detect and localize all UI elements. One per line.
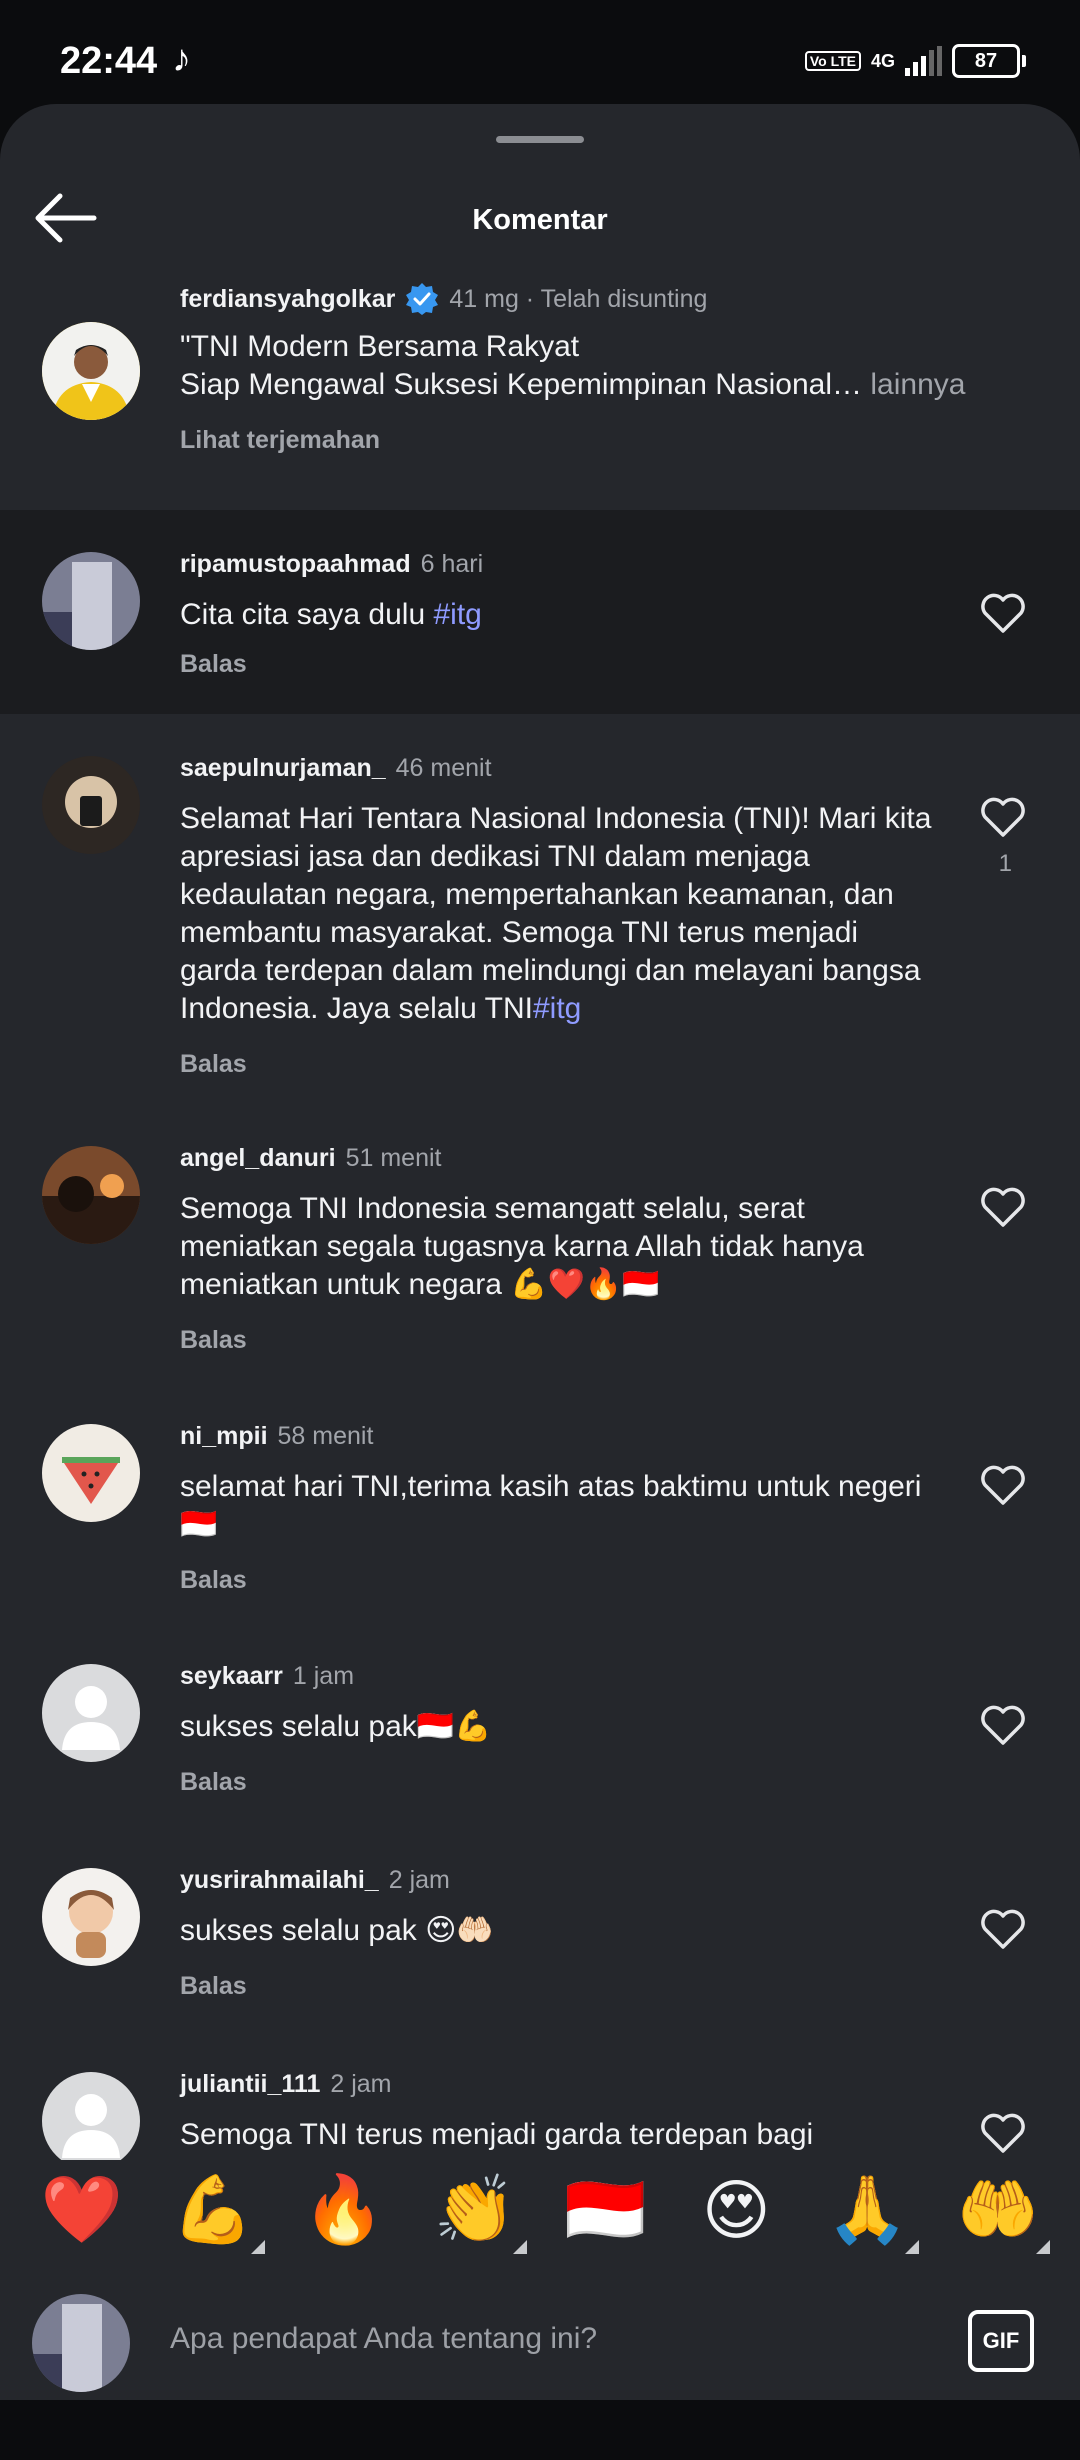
avatar[interactable] <box>42 2072 140 2160</box>
status-bar: 22:44 ♪ Vo LTE 4G 87 <box>0 0 1080 110</box>
skin-tone-indicator <box>250 2240 265 2254</box>
avatar[interactable] <box>42 756 140 854</box>
avatar[interactable] <box>42 322 140 420</box>
emoji-heart-eyes-button[interactable]: 😍 <box>690 2160 782 2260</box>
emoji-clap-button[interactable]: 👏 <box>429 2160 527 2260</box>
reply-button[interactable]: Balas <box>180 1566 247 1595</box>
avatar[interactable] <box>42 1146 140 1244</box>
reply-button[interactable]: Balas <box>180 1050 247 1079</box>
reply-button[interactable]: Balas <box>180 1768 247 1797</box>
comment-item: ni_mpii 58 menit selamat hari TNI,terima… <box>0 1382 1080 1622</box>
comment-username[interactable]: angel_danuri <box>180 1144 336 1173</box>
hashtag-link[interactable]: #itg <box>533 992 581 1025</box>
gif-icon[interactable]: GIF <box>968 2310 1034 2372</box>
comment-text: Cita cita saya dulu #itg <box>180 598 482 631</box>
sheet-header: Komentar <box>0 164 1080 274</box>
avatar[interactable] <box>42 1868 140 1966</box>
more-link[interactable]: lainnya <box>870 368 965 401</box>
heart-icon[interactable] <box>980 592 1026 634</box>
emoji-pray-button[interactable]: 🙏 <box>821 2160 920 2260</box>
comment-time: 6 hari <box>420 550 484 578</box>
avatar[interactable] <box>42 552 140 650</box>
heart-icon[interactable] <box>980 1186 1026 1228</box>
caption-text: "TNI Modern Bersama Rakyat Siap Mengawal… <box>180 330 966 401</box>
emoji-fire-button[interactable]: 🔥 <box>298 2160 390 2260</box>
heart-icon[interactable] <box>980 796 1026 838</box>
comment-username[interactable]: seykaarr <box>180 1662 283 1691</box>
comment-item: angel_danuri 51 menit Semoga TNI Indones… <box>0 1104 1080 1382</box>
system-nav-bar <box>0 2400 1080 2460</box>
hashtag-link[interactable]: #itg <box>433 598 481 631</box>
comment-time: 1 jam <box>292 1662 355 1690</box>
comment-username[interactable]: juliantii_111 <box>180 2070 320 2099</box>
comment-text: Semoga TNI terus menjadi garda terdepan … <box>180 2118 814 2151</box>
comment-item: juliantii_111 2 jam Semoga TNI terus men… <box>0 2030 1080 2160</box>
status-time: 22:44 <box>60 40 158 82</box>
comment-text: Semoga TNI Indonesia semangatt selalu, s… <box>180 1192 864 1301</box>
comment-item: ripamustopaahmad 6 hari Cita cita saya d… <box>0 510 1080 714</box>
comment-time: 2 jam <box>388 1866 450 1894</box>
comment-item: yusrirahmailahi_ 2 jam sukses selalu pak… <box>0 1826 1080 2030</box>
comment-time: 2 jam <box>330 2070 392 2098</box>
skin-tone-indicator <box>905 2240 920 2254</box>
skin-tone-indicator <box>512 2240 527 2254</box>
avatar[interactable] <box>42 1664 140 1762</box>
verified-badge-icon <box>406 283 439 315</box>
page-title: Komentar <box>472 204 608 236</box>
emoji-flag-button[interactable]: 🇮🇩 <box>559 2160 651 2260</box>
comment-username[interactable]: saepulnurjaman_ <box>180 754 386 783</box>
comment-username[interactable]: ni_mpii <box>180 1422 268 1451</box>
avatar[interactable] <box>42 1424 140 1522</box>
comment-username[interactable]: yusrirahmailahi_ <box>180 1866 379 1895</box>
comment-composer: Apa pendapat Anda tentang ini? GIF <box>0 2280 1080 2400</box>
skin-tone-indicator <box>1035 2240 1050 2254</box>
post-caption: ferdiansyahgolkar 41 mg · Telah disuntin… <box>0 274 1080 514</box>
comments-sheet: Komentar ferdiansyahgolkar 41 mg · Telah… <box>0 104 1080 2460</box>
comment-text: sukses selalu pak 😍🤲🏻 <box>180 1914 494 1947</box>
battery-icon: 87 <box>952 44 1026 78</box>
comment-item: saepulnurjaman_ 46 menit Selamat Hari Te… <box>0 714 1080 1104</box>
comment-item: seykaarr 1 jam sukses selalu pak🇮🇩💪 Bala… <box>0 1622 1080 1826</box>
reply-button[interactable]: Balas <box>180 1326 247 1355</box>
drag-handle[interactable] <box>496 136 584 143</box>
comment-text: sukses selalu pak🇮🇩💪 <box>180 1710 492 1743</box>
comment-time: 46 menit <box>395 754 492 782</box>
status-icons: Vo LTE 4G 87 <box>804 44 1026 78</box>
translate-link[interactable]: Lihat terjemahan <box>180 426 380 455</box>
tiktok-icon: ♪ <box>172 38 191 80</box>
comment-input[interactable]: Apa pendapat Anda tentang ini? <box>170 2322 597 2356</box>
comment-time: 58 menit <box>277 1422 374 1450</box>
emoji-muscle-button[interactable]: 💪 <box>167 2160 265 2260</box>
comment-text: selamat hari TNI,terima kasih atas bakti… <box>180 1470 922 1541</box>
heart-icon[interactable] <box>980 2112 1026 2154</box>
caption-username[interactable]: ferdiansyahgolkar <box>180 285 395 314</box>
comment-time: 51 menit <box>345 1144 442 1172</box>
heart-icon[interactable] <box>980 1908 1026 1950</box>
like-count[interactable]: 1 <box>999 850 1012 878</box>
caption-meta: 41 mg · Telah disunting <box>449 284 708 313</box>
heart-icon[interactable] <box>980 1464 1026 1506</box>
network-type: 4G <box>870 50 895 71</box>
reply-button[interactable]: Balas <box>180 1972 247 2001</box>
comment-text: Selamat Hari Tentara Nasional Indonesia … <box>180 802 932 1025</box>
emoji-heart-button[interactable]: ❤️ <box>36 2160 128 2260</box>
signal-icon <box>905 46 942 76</box>
emoji-palms-button[interactable]: 🤲 <box>952 2160 1050 2260</box>
volte-icon: Vo LTE <box>804 51 861 71</box>
avatar <box>32 2294 130 2392</box>
emoji-quick-bar: ❤️ 💪 🔥 👏 🇮🇩 😍 🙏 🤲 <box>0 2160 1080 2280</box>
comment-username[interactable]: ripamustopaahmad <box>180 550 411 579</box>
heart-icon[interactable] <box>980 1704 1026 1746</box>
reply-button[interactable]: Balas <box>180 650 247 679</box>
